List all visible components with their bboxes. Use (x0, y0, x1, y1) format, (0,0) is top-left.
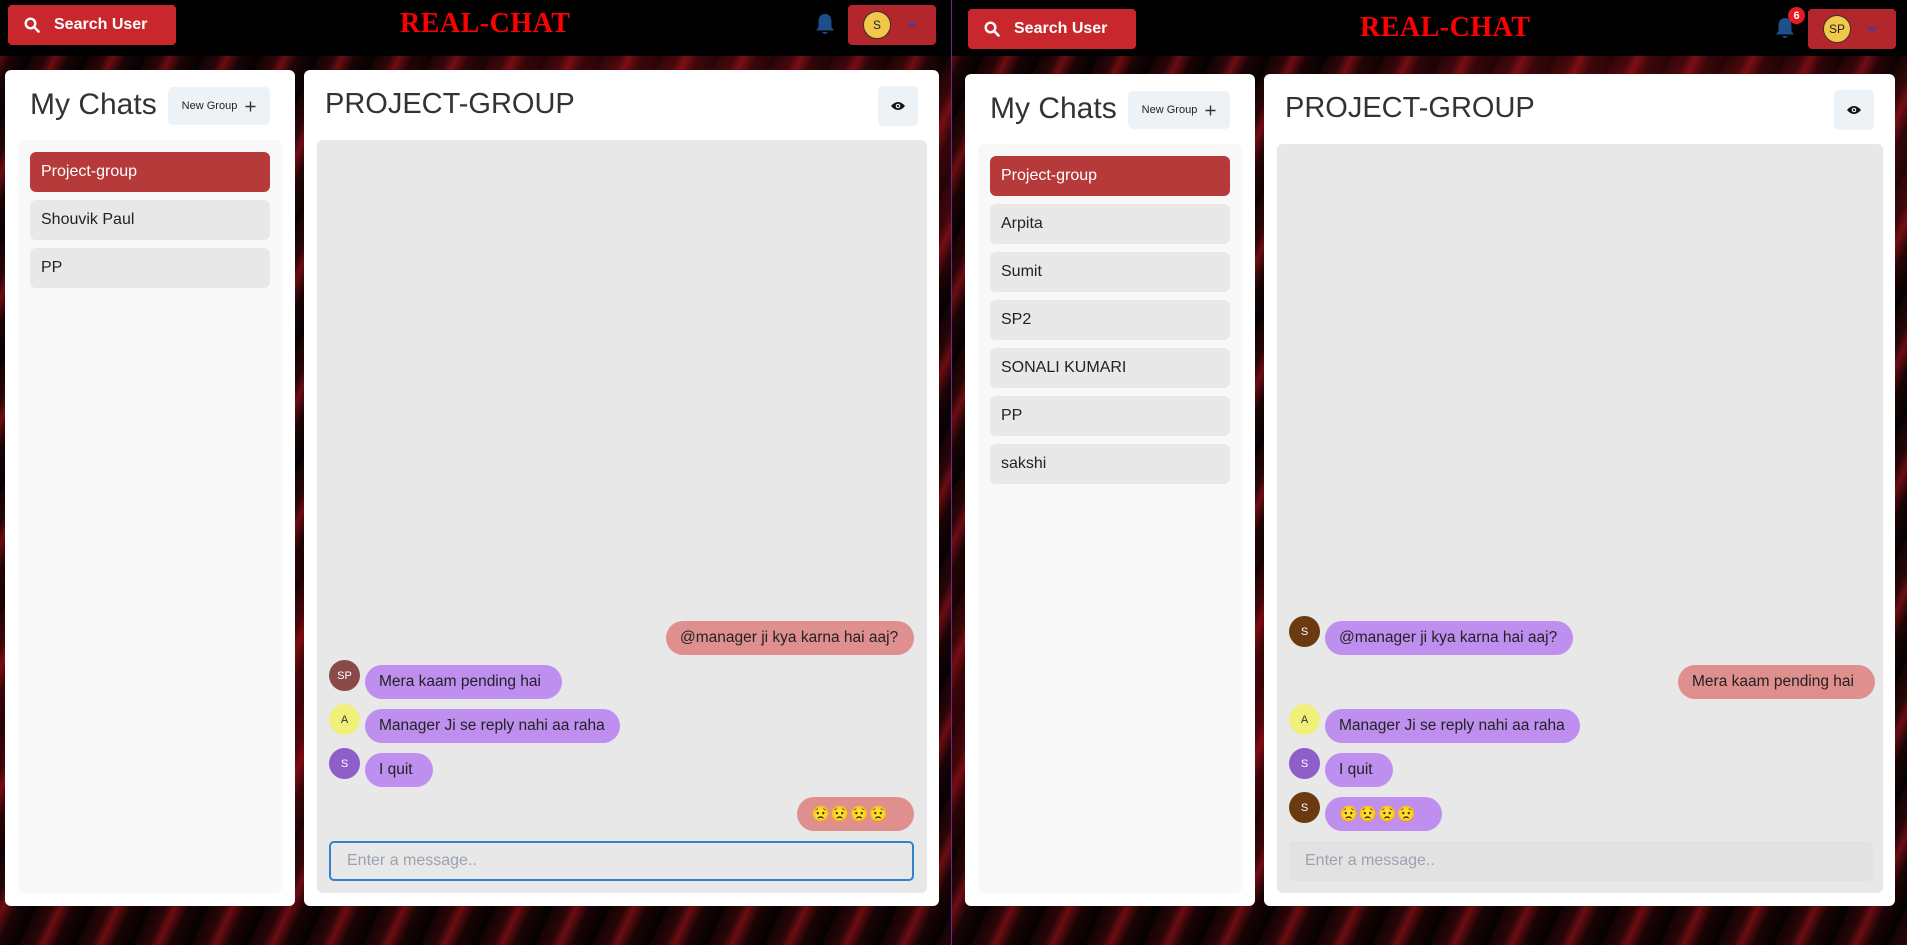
chat-item-shouvik-paul[interactable]: Shouvik Paul (30, 200, 270, 240)
avatar: S (1289, 616, 1320, 647)
search-user-label: Search User (54, 16, 148, 33)
new-group-button[interactable]: New Group (1128, 91, 1230, 129)
message-input[interactable] (329, 841, 914, 881)
message-bubble: Mera kaam pending hai (365, 665, 562, 699)
avatar: S (329, 748, 360, 779)
avatar: SP (329, 660, 360, 691)
message-bubble: Manager Ji se reply nahi aa raha (1325, 709, 1580, 743)
chat-item-sakshi[interactable]: sakshi (990, 444, 1230, 484)
plus-icon (245, 101, 256, 111)
message-bubble: 😟😟😟😟 (797, 797, 914, 831)
new-group-button[interactable]: New Group (168, 87, 270, 125)
chat-item-arpita[interactable]: Arpita (990, 204, 1230, 244)
top-bar: Search User REAL-CHAT 6 SP (952, 0, 1907, 56)
eye-icon (1847, 106, 1861, 114)
chevron-down-icon (1867, 26, 1877, 32)
bell-icon (816, 14, 834, 34)
my-chats-title: My Chats (30, 88, 157, 121)
chat-list: Project-group Arpita Sumit SP2 SONALI KU… (978, 144, 1242, 893)
right-app-window: Search User REAL-CHAT 6 SP My Chats New … (952, 0, 1907, 945)
chat-panel: PROJECT-GROUP @manager ji kya karna hai … (304, 70, 939, 906)
notification-bell[interactable]: 6 (1774, 7, 1805, 40)
message-bubble: Mera kaam pending hai (1678, 665, 1875, 699)
avatar: A (1289, 704, 1320, 735)
search-icon (24, 17, 40, 33)
message-input[interactable] (1289, 841, 1873, 881)
search-user-button[interactable]: Search User (968, 9, 1136, 49)
chevron-down-icon (907, 22, 917, 28)
message-bubble: I quit (365, 753, 433, 787)
view-group-button[interactable] (878, 86, 918, 126)
app-brand: REAL-CHAT (1360, 12, 1531, 43)
chat-title: PROJECT-GROUP (1285, 92, 1535, 124)
message-bubble: 😟😟😟😟 (1325, 797, 1442, 831)
app-brand: REAL-CHAT (400, 8, 571, 39)
my-chats-panel: My Chats New Group Project-group Shouvik… (5, 70, 295, 906)
chat-item-sonali-kumari[interactable]: SONALI KUMARI (990, 348, 1230, 388)
chat-list: Project-group Shouvik Paul PP (18, 140, 282, 893)
avatar: A (329, 704, 360, 735)
left-app-window: Search User REAL-CHAT S My Chats New Gro… (0, 0, 951, 945)
chat-item-sp2[interactable]: SP2 (990, 300, 1230, 340)
message-bubble: I quit (1325, 753, 1393, 787)
plus-icon (1205, 105, 1216, 115)
message-bubble: @manager ji kya karna hai aaj? (666, 621, 914, 655)
search-icon (984, 21, 1000, 37)
avatar: S (863, 11, 891, 39)
profile-menu-button[interactable]: S (848, 5, 936, 45)
new-group-label: New Group (1141, 104, 1198, 116)
top-bar: Search User REAL-CHAT S (0, 0, 951, 56)
chat-item-sumit[interactable]: Sumit (990, 252, 1230, 292)
message-bubble: Manager Ji se reply nahi aa raha (365, 709, 620, 743)
profile-menu-button[interactable]: SP (1808, 9, 1896, 49)
avatar: S (1289, 792, 1320, 823)
new-group-label: New Group (181, 100, 238, 112)
notification-bell[interactable] (814, 12, 836, 36)
my-chats-panel: My Chats New Group Project-group Arpita … (965, 74, 1255, 906)
search-user-label: Search User (1014, 20, 1108, 37)
search-user-button[interactable]: Search User (8, 5, 176, 45)
chat-item-pp[interactable]: PP (990, 396, 1230, 436)
message-bubble: @manager ji kya karna hai aaj? (1325, 621, 1573, 655)
chat-item-project-group[interactable]: Project-group (30, 152, 270, 192)
chat-item-pp[interactable]: PP (30, 248, 270, 288)
my-chats-title: My Chats (990, 92, 1117, 125)
notification-badge: 6 (1788, 7, 1805, 24)
eye-icon (891, 102, 905, 110)
message-area: @manager ji kya karna hai aaj? SP Mera k… (317, 140, 927, 893)
chat-title: PROJECT-GROUP (325, 88, 575, 120)
chat-panel: PROJECT-GROUP S @manager ji kya karna ha… (1264, 74, 1895, 906)
view-group-button[interactable] (1834, 90, 1874, 130)
message-area: S @manager ji kya karna hai aaj? Mera ka… (1277, 144, 1883, 893)
avatar: SP (1823, 15, 1851, 43)
chat-item-project-group[interactable]: Project-group (990, 156, 1230, 196)
avatar: S (1289, 748, 1320, 779)
